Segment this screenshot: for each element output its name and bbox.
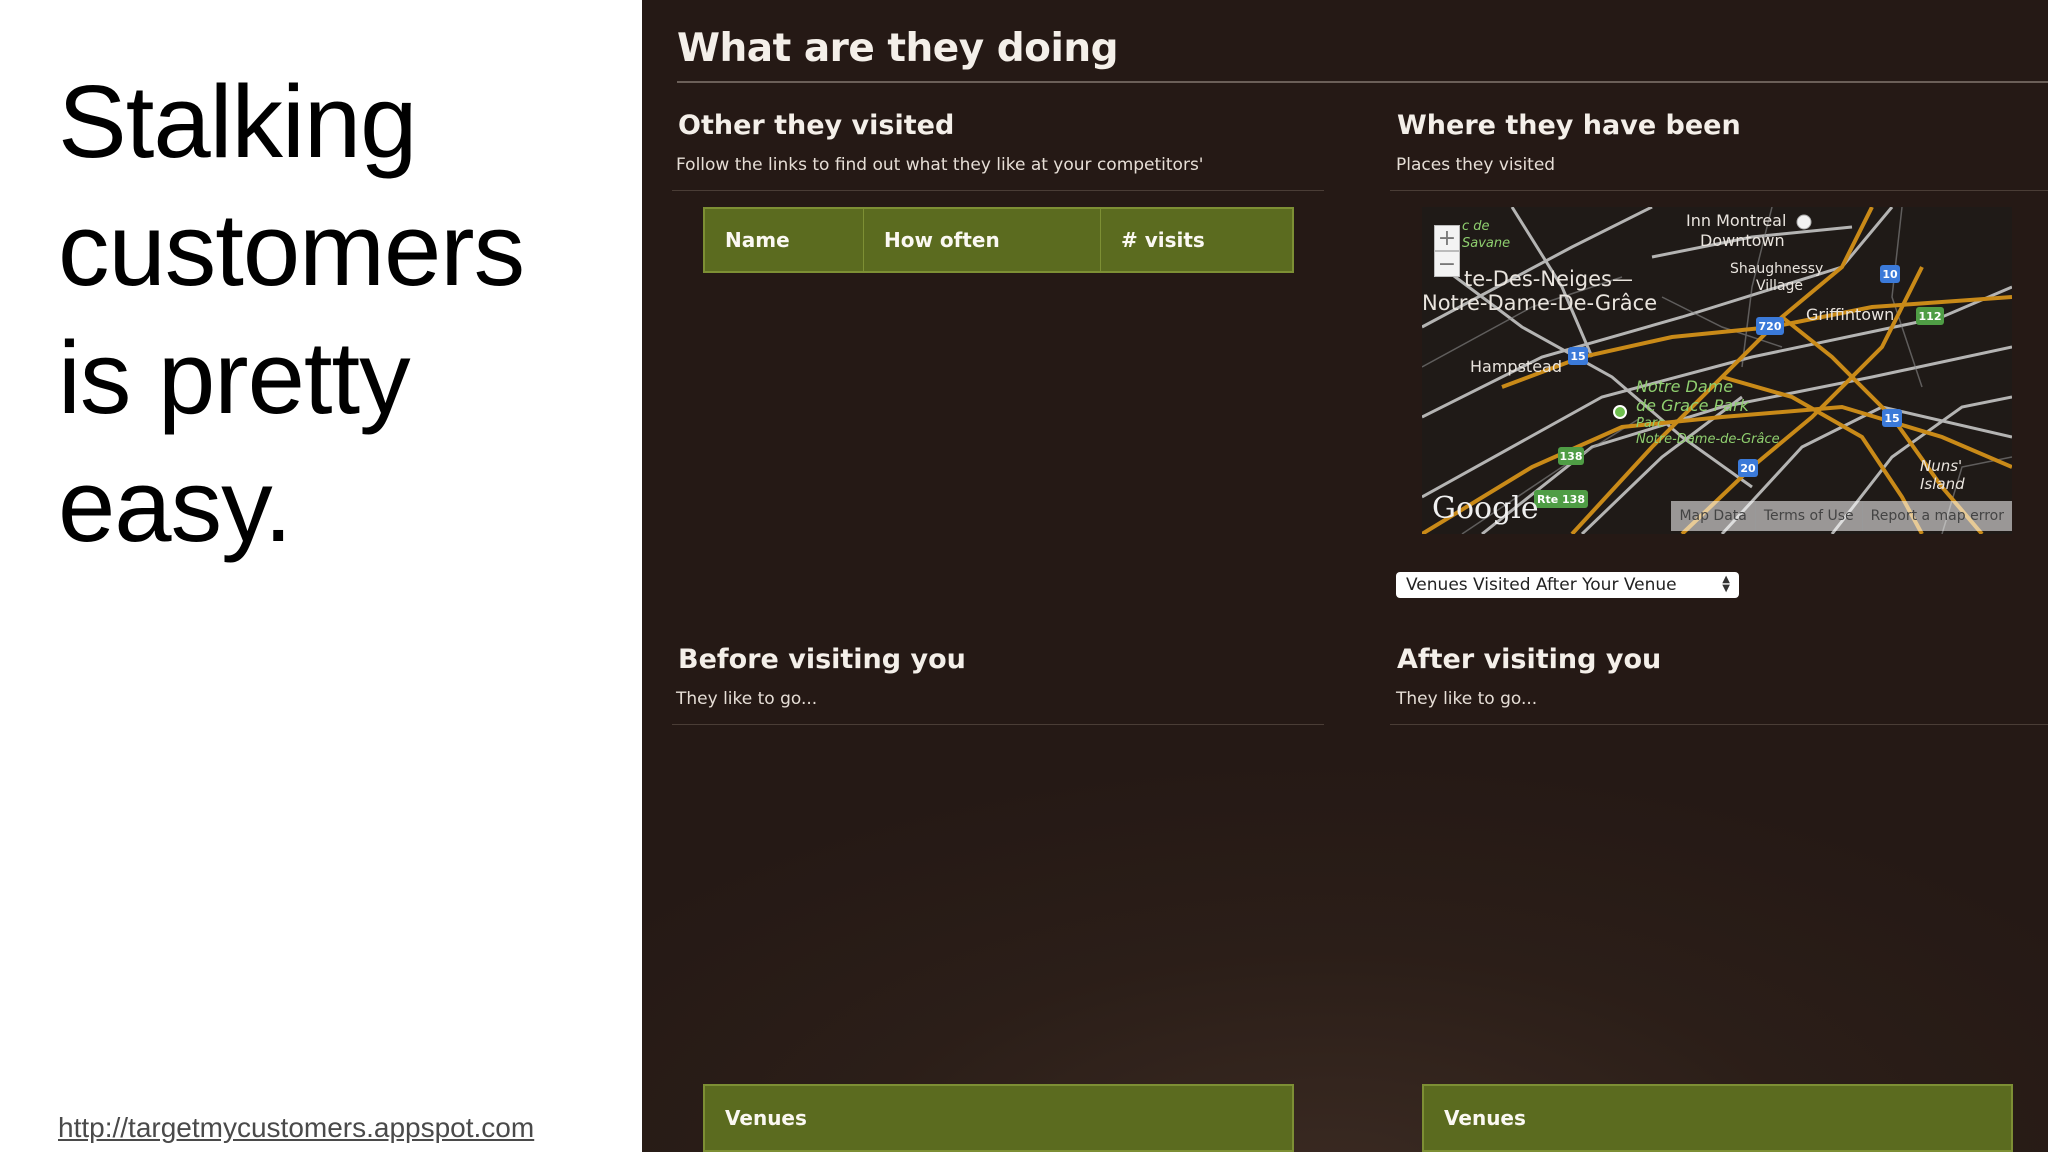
- map-label: c de: [1462, 219, 1490, 234]
- map-label: te-Des-Neiges—: [1464, 267, 1633, 291]
- venue-filter-select[interactable]: Venues Visited After Your Venue ▲ ▼: [1396, 572, 1739, 598]
- slide-text-panel: Stalking customers is pretty easy. http:…: [0, 0, 642, 1152]
- column-header-visits[interactable]: # visits: [1101, 209, 1292, 271]
- highway-shield-15: 15: [1882, 409, 1902, 427]
- map-label: Notre-Dame-de-Grâce: [1636, 432, 1780, 447]
- where-been-subtitle: Places they visited: [1396, 155, 1556, 175]
- map-label: Griffintown: [1806, 305, 1895, 324]
- map-label: Hampstead: [1470, 357, 1562, 376]
- highway-shield-10: 10: [1880, 265, 1900, 283]
- map-label: Village: [1756, 278, 1804, 294]
- section-divider: [1390, 190, 2048, 191]
- other-visited-table-header: Name How often # visits: [703, 207, 1294, 273]
- section-divider: [672, 190, 1324, 191]
- google-logo: Google: [1432, 491, 1539, 526]
- slide-title-line: Stalking: [58, 64, 417, 179]
- slide-title-line: is pretty: [58, 320, 411, 435]
- map-label: Downtown: [1700, 231, 1785, 250]
- before-venues-table-header: Venues: [703, 1084, 1294, 1152]
- venue-filter-value: Venues Visited After Your Venue: [1406, 575, 1677, 595]
- highway-shield-138: 138: [1558, 447, 1584, 465]
- slide-title: Stalking customers is pretty easy.: [58, 58, 618, 570]
- map-label: Island: [1920, 475, 1965, 493]
- app-screenshot: What are they doing Other they visited F…: [642, 0, 2048, 1152]
- highway-shield-720: 720: [1756, 317, 1784, 335]
- where-been-title: Where they have been: [1397, 110, 1741, 141]
- slide-title-line: customers: [58, 192, 525, 307]
- highway-shield-20: 20: [1738, 459, 1758, 477]
- map-data-link[interactable]: Map Data: [1671, 501, 1754, 531]
- route-label-138: Rte 138: [1534, 490, 1588, 508]
- after-venues-table-header: Venues: [1422, 1084, 2013, 1152]
- column-header-venues[interactable]: Venues: [705, 1086, 1292, 1150]
- report-map-error-link[interactable]: Report a map error: [1861, 501, 2012, 531]
- source-link[interactable]: http://targetmycustomers.appspot.com: [58, 1112, 534, 1144]
- map-label: de Grace Park: [1636, 396, 1749, 415]
- before-visiting-subtitle: They like to go...: [676, 689, 818, 709]
- section-divider: [1390, 724, 2048, 725]
- map-footer: Map Data Terms of Use Report a map error: [1671, 501, 2012, 531]
- after-visiting-title: After visiting you: [1397, 644, 1662, 675]
- highway-shield-112: 112: [1916, 307, 1944, 325]
- map-label: Parc: [1636, 416, 1665, 431]
- map-label: Nuns': [1920, 457, 1963, 475]
- map-view[interactable]: + − c de Savane Inn Montreal Downtown te…: [1422, 207, 2012, 534]
- page-title: What are they doing: [677, 26, 1119, 71]
- slide-title-line: easy.: [58, 448, 293, 563]
- heading-divider: [677, 81, 2048, 83]
- column-header-venues[interactable]: Venues: [1424, 1086, 2011, 1150]
- terms-of-use-link[interactable]: Terms of Use: [1754, 501, 1862, 531]
- zoom-out-button[interactable]: −: [1434, 251, 1460, 277]
- map-label: Inn Montreal: [1686, 211, 1787, 230]
- select-arrows-icon: ▲ ▼: [1722, 574, 1730, 594]
- highway-shield-15: 15: [1568, 347, 1588, 365]
- map-label: Savane: [1462, 236, 1511, 251]
- before-visiting-title: Before visiting you: [678, 644, 966, 675]
- map-label: Shaughnessy: [1730, 261, 1824, 277]
- other-visited-title: Other they visited: [678, 110, 955, 141]
- column-header-how-often[interactable]: How often: [864, 209, 1101, 271]
- map-label: Notre-Dame-De-Grâce: [1422, 291, 1658, 315]
- after-visiting-subtitle: They like to go...: [1396, 689, 1538, 709]
- other-visited-subtitle: Follow the links to find out what they l…: [676, 155, 1204, 175]
- section-divider: [672, 724, 1324, 725]
- column-header-name[interactable]: Name: [705, 209, 864, 271]
- map-label: Notre Dame: [1636, 377, 1734, 396]
- zoom-in-button[interactable]: +: [1434, 225, 1460, 251]
